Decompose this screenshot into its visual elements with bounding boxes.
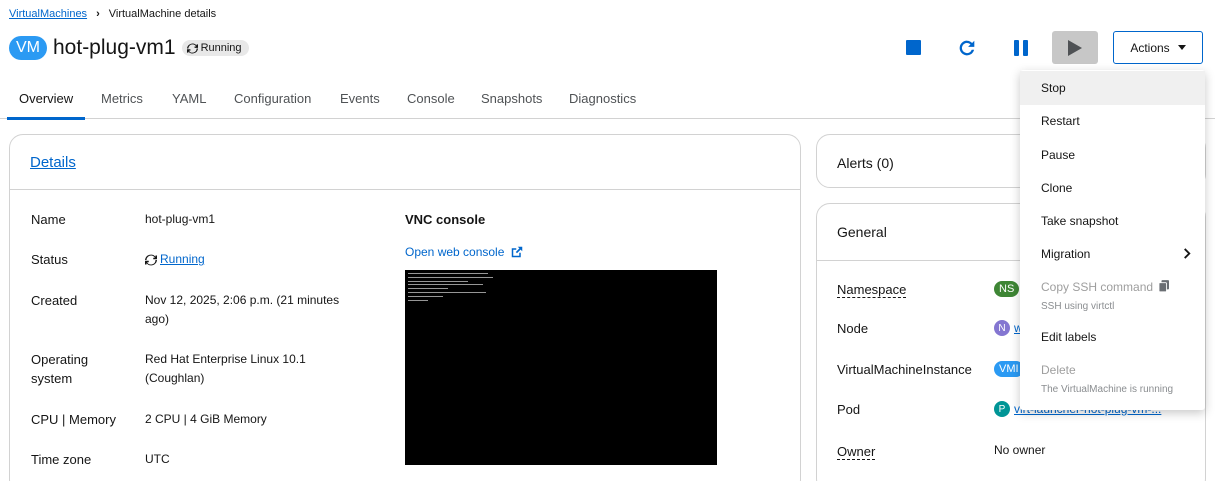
menu-item-take-snapshot[interactable]: Take snapshot xyxy=(1020,213,1205,229)
name-label: Name xyxy=(31,212,66,227)
menu-item-copy-ssh-label: Copy SSH command xyxy=(1041,280,1154,294)
stop-icon xyxy=(905,40,921,55)
menu-item-pause[interactable]: Pause xyxy=(1020,147,1205,163)
menu-item-delete-label: Delete xyxy=(1041,363,1076,377)
status-label: Status xyxy=(31,252,68,267)
stop-button[interactable] xyxy=(890,31,936,64)
breadcrumb: VirtualMachines › VirtualMachine details xyxy=(9,8,216,20)
owner-value: No owner xyxy=(994,443,1046,457)
menu-item-edit-labels[interactable]: Edit labels xyxy=(1020,329,1205,345)
open-web-console-label: Open web console xyxy=(405,245,505,259)
timezone-label: Time zone xyxy=(31,452,92,467)
details-card: Details Name hot-plug-vm1 Status Running… xyxy=(9,134,801,481)
namespace-label[interactable]: Namespace xyxy=(837,282,907,298)
timezone-value: UTC xyxy=(145,452,170,466)
menu-item-delete-description: The VirtualMachine is running xyxy=(1041,384,1174,395)
tab-console[interactable]: Console xyxy=(407,84,455,119)
menu-item-copy-ssh-description: SSH using virtctl xyxy=(1041,301,1115,312)
pause-button[interactable] xyxy=(998,31,1044,64)
vmi-label: VirtualMachineInstance xyxy=(837,362,972,377)
details-title-link[interactable]: Details xyxy=(30,154,76,171)
vnc-console-title: VNC console xyxy=(405,212,486,227)
menu-item-stop[interactable]: Stop xyxy=(1020,71,1205,105)
node-value: N w xyxy=(994,320,1023,336)
tab-snapshots[interactable]: Snapshots xyxy=(481,84,542,119)
menu-item-copy-ssh: Copy SSH command SSH using virtctl xyxy=(1020,279,1205,315)
name-value: hot-plug-vm1 xyxy=(145,212,216,226)
tab-overview[interactable]: Overview xyxy=(6,84,86,120)
menu-item-migration-label: Migration xyxy=(1041,247,1091,261)
caret-down-icon xyxy=(1177,45,1186,50)
tab-metrics[interactable]: Metrics xyxy=(101,84,143,119)
actions-label: Actions xyxy=(1130,40,1170,55)
restart-button[interactable] xyxy=(944,31,990,64)
menu-item-clone[interactable]: Clone xyxy=(1020,180,1205,196)
external-link-icon xyxy=(512,246,523,258)
tab-events[interactable]: Events xyxy=(340,84,380,119)
created-value: Nov 12, 2025, 2:06 p.m. (21 minutes ago) xyxy=(145,293,340,326)
actions-menu: Stop Restart Pause Clone Take snapshot M… xyxy=(1020,70,1205,410)
copy-icon xyxy=(1158,280,1170,293)
pod-badge: P xyxy=(994,401,1010,417)
tab-yaml[interactable]: YAML xyxy=(172,84,206,119)
status-badge: Running xyxy=(181,40,249,56)
open-web-console-link[interactable]: Open web console xyxy=(405,245,523,259)
sync-icon xyxy=(145,254,157,265)
chevron-right-icon: › xyxy=(96,8,100,20)
actions-dropdown-button[interactable]: Actions xyxy=(1113,31,1203,64)
os-value: Red Hat Enterprise Linux 10.1 (Coughlan) xyxy=(145,352,306,385)
node-label: Node xyxy=(837,321,869,336)
menu-item-migration[interactable]: Migration xyxy=(1020,246,1205,262)
owner-label[interactable]: Owner xyxy=(837,444,876,460)
alerts-title[interactable]: Alerts (0) xyxy=(837,155,894,171)
status-link[interactable]: Running xyxy=(160,250,205,269)
menu-item-delete: Delete The VirtualMachine is running xyxy=(1020,362,1205,398)
tab-diagnostics[interactable]: Diagnostics xyxy=(569,84,636,119)
vm-badge: VM xyxy=(9,36,47,60)
play-icon xyxy=(1068,39,1082,56)
node-badge: N xyxy=(994,320,1010,336)
page-title: hot-plug-vm1 xyxy=(53,36,176,59)
sync-icon xyxy=(186,43,198,53)
namespace-value: NS xyxy=(994,281,1023,297)
cpu-memory-label: CPU | Memory xyxy=(31,412,116,427)
pod-label: Pod xyxy=(837,402,861,417)
start-button[interactable] xyxy=(1052,31,1098,64)
namespace-badge: NS xyxy=(994,281,1020,297)
details-card-header: Details xyxy=(10,135,800,190)
menu-item-restart[interactable]: Restart xyxy=(1020,113,1205,129)
page-title-row: VM hot-plug-vm1 Running xyxy=(9,36,249,60)
status-value: Running xyxy=(145,250,355,269)
vnc-console-screen[interactable] xyxy=(405,270,717,465)
tab-configuration[interactable]: Configuration xyxy=(234,84,311,119)
created-label: Created xyxy=(31,293,78,308)
pause-icon xyxy=(1013,39,1028,56)
cpu-memory-value: 2 CPU | 4 GiB Memory xyxy=(145,412,267,426)
breadcrumb-current: VirtualMachine details xyxy=(108,8,217,20)
os-label: Operating system xyxy=(31,352,89,386)
breadcrumb-virtualmachines-link[interactable]: VirtualMachines xyxy=(9,8,87,20)
status-badge-label: Running xyxy=(200,42,242,54)
chevron-right-icon xyxy=(1184,248,1191,259)
restart-icon xyxy=(959,40,975,55)
vm-toolbar: Actions xyxy=(882,31,1203,64)
